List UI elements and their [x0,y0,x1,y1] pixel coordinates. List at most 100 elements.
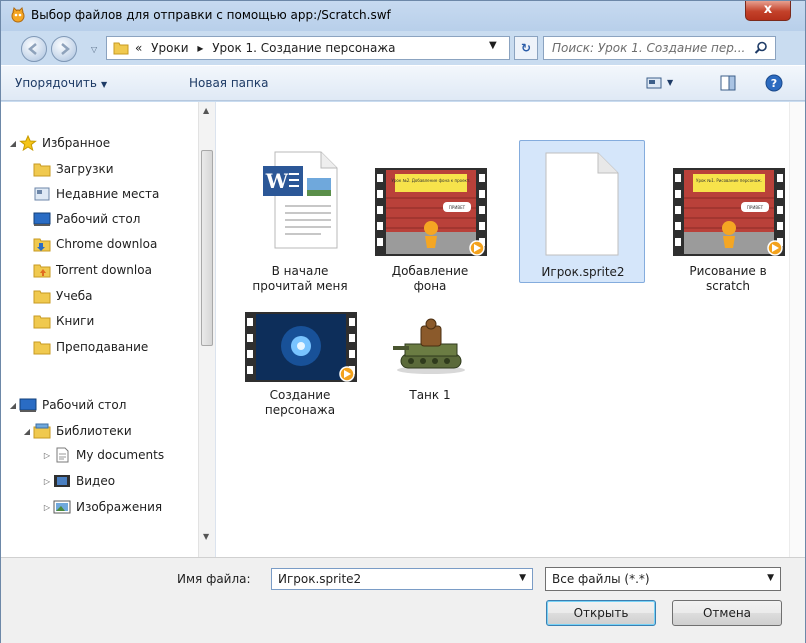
sidebar-item-label: Chrome downloa [56,237,158,251]
sidebar-item-label: Загрузки [56,162,114,176]
scroll-down-icon[interactable]: ▼ [203,532,209,541]
sidebar-item-4[interactable]: Chrome downloa [21,233,157,255]
file-item-background-video[interactable]: Урок №2. Добавление фона к проект. ПРИВЕ… [367,142,493,302]
file-item-readme[interactable]: W В начале прочитай меня [237,142,363,302]
file-item-drawing-video[interactable]: Урок №1. Рисование персонаж. ПРИВЕТ Рисо… [665,142,791,302]
pictures-icon [53,499,71,515]
scroll-up-icon[interactable]: ▲ [203,106,209,115]
expand-arrow-icon[interactable]: ▷ [41,477,53,486]
organize-label: Упорядочить [15,76,97,90]
filetype-select[interactable]: Все файлы (*.*) ▼ [545,567,781,591]
refresh-icon: ↻ [520,41,532,55]
arrow-right-icon [61,43,70,55]
speech-bubble: ПРИВЕТ [747,205,764,210]
sidebar-item-9[interactable]: ◢ Рабочий стол [7,394,126,416]
content-area: ◢ Избранное Загрузки Недавние места Рабочий … [1,102,805,557]
sidebar-item-11[interactable]: ▷ My documents [41,444,164,466]
chevron-down-icon[interactable]: ▼ [489,40,497,51]
breadcrumb-overflow[interactable]: « [135,41,142,55]
file-name-line1: Добавление [391,264,469,278]
view-options-icon[interactable] [645,74,663,92]
expand-arrow-icon[interactable]: ▷ [41,503,53,512]
search-placeholder: Поиск: Урок 1. Создание пер... [552,41,746,55]
file-name-line1: Рисование в [689,264,767,278]
organize-menu-button[interactable]: Упорядочить ▼ [15,76,107,90]
close-button[interactable]: x [745,1,791,21]
scroll-thumb[interactable] [201,150,213,346]
breadcrumb-separator[interactable]: ▸ [197,41,203,55]
file-item-character-video[interactable]: Создание персонажа [237,302,363,432]
sidebar-item-0[interactable]: ◢ Избранное [7,132,110,154]
star-icon [19,134,37,152]
forward-button[interactable] [51,36,77,62]
refresh-button[interactable]: ↻ [514,36,538,60]
recent-places-icon [33,186,51,202]
search-icon[interactable] [754,41,768,55]
documents-icon [53,447,71,463]
sidebar-item-label: Изображения [76,500,163,514]
sidebar-item-label: Рабочий стол [42,398,127,412]
folder-icon [113,42,129,55]
file-name-line1: В начале [271,264,329,278]
chevron-down-icon[interactable]: ▼ [519,573,526,583]
sidebar-item-13[interactable]: ▷ Изображения [41,496,162,518]
folder-icon [33,339,51,355]
title-bar[interactable]: Выбор файлов для отправки с помощью app:… [1,1,805,31]
sidebar-item-3[interactable]: Рабочий стол [21,208,140,230]
breadcrumb-uroki[interactable]: Уроки [151,41,188,55]
expanded-arrow-icon[interactable]: ◢ [7,139,19,148]
file-item-player-sprite[interactable]: Игрок.sprite2 [519,140,645,283]
libraries-icon [33,423,51,439]
sidebar-item-10[interactable]: ◢ Библиотеки [21,420,132,442]
video-thumbnail: Урок №2. Добавление фона к проект. ПРИВЕ… [375,168,487,256]
sidebar-item-12[interactable]: ▷ Видео [41,470,115,492]
sidebar-item-label: Рабочий стол [56,212,141,226]
sidebar-item-label: My documents [76,448,165,462]
sidebar-item-8[interactable]: Преподавание [21,336,148,358]
search-box[interactable]: Поиск: Урок 1. Создание пер... [543,36,776,60]
video-thumbnail: Урок №1. Рисование персонаж. ПРИВЕТ [673,168,785,256]
sidebar-item-5[interactable]: Torrent downloa [21,259,152,281]
back-button[interactable] [21,36,47,62]
help-icon[interactable]: ? [765,74,783,92]
address-bar[interactable]: « Уроки ▸ Урок 1. Создание персонажа ▼ [106,36,510,60]
navigation-scrollbar[interactable]: ▲ ▼ [198,102,215,557]
open-button[interactable]: Открыть [546,600,656,626]
blank-file-icon [545,152,619,256]
expanded-arrow-icon[interactable]: ◢ [21,427,33,436]
sidebar-item-label: Избранное [42,136,111,150]
filename-value: Игрок.sprite2 [278,572,362,586]
folder-icon [33,161,51,177]
sidebar-item-label: Видео [76,474,116,488]
sidebar-item-label: Недавние места [56,187,160,201]
caret-down-icon: ▼ [100,80,108,89]
file-list-scrollbar[interactable] [789,102,805,557]
video-thumbnail-blue [245,312,357,382]
breadcrumb-lesson-1[interactable]: Урок 1. Создание персонажа [212,41,395,55]
dialog-footer: Имя файла: Игрок.sprite2 ▼ Все файлы (*.… [1,557,805,643]
download-folder-icon [33,236,51,252]
sidebar-item-1[interactable]: Загрузки [21,158,114,180]
view-options-dropdown[interactable]: ▼ [667,78,673,87]
tank-image [383,316,479,378]
recent-locations-dropdown[interactable]: ▽ [91,45,97,54]
folder-icon [33,313,51,329]
filename-label: Имя файла: [177,572,251,586]
svg-text:W: W [265,169,289,193]
preview-pane-icon[interactable] [719,74,737,92]
sidebar-item-2[interactable]: Недавние места [21,183,159,205]
chevron-down-icon[interactable]: ▼ [767,573,774,583]
sidebar-item-label: Учеба [56,289,93,303]
expanded-arrow-icon[interactable]: ◢ [7,401,19,410]
command-toolbar: Упорядочить ▼ Новая папка ▼ ? [1,65,805,101]
new-folder-button[interactable]: Новая папка [189,76,268,90]
arrow-left-icon [28,43,37,55]
file-item-tank[interactable]: Танк 1 [367,302,493,432]
sidebar-item-7[interactable]: Книги [21,310,94,332]
expand-arrow-icon[interactable]: ▷ [41,451,53,460]
sidebar-item-6[interactable]: Учеба [21,285,93,307]
cancel-button[interactable]: Отмена [672,600,782,626]
sidebar-item-label: Torrent downloa [56,263,152,277]
filename-input[interactable]: Игрок.sprite2 ▼ [271,568,533,590]
folder-icon [33,288,51,304]
